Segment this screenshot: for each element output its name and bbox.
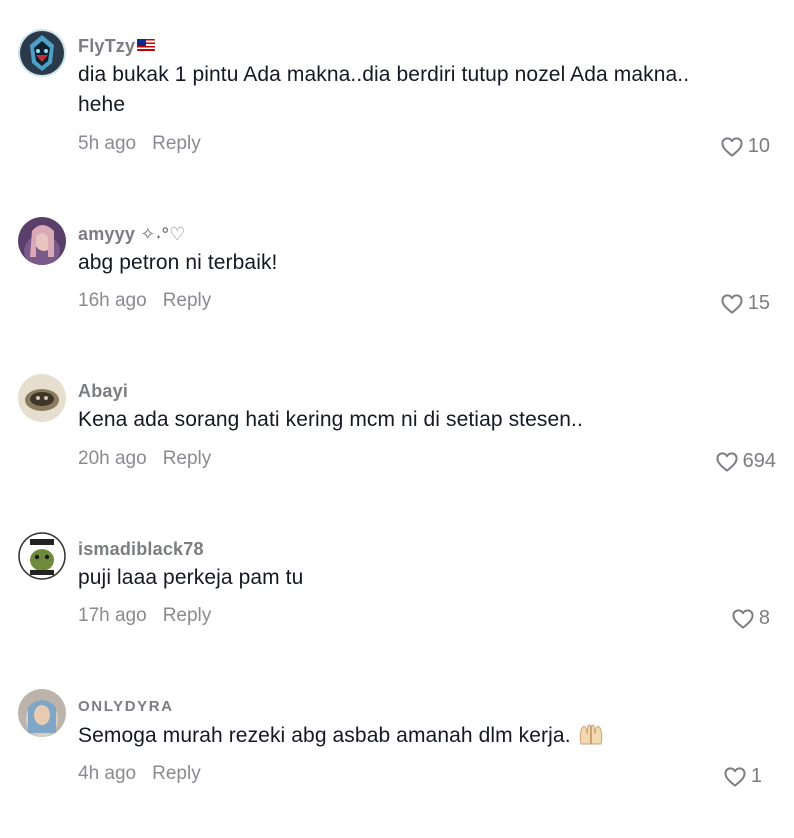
heart-outline-icon [716,452,738,472]
timestamp: 16h ago [78,290,147,311]
avatar[interactable] [18,29,66,77]
like-button[interactable]: 15 [721,292,770,315]
username[interactable]: amyyy ✧˖°♡ [78,224,185,245]
reply-button[interactable]: Reply [163,448,212,469]
reply-button[interactable]: Reply [163,290,212,311]
comment-text: dia bukak 1 pintu Ada makna..dia berdiri… [78,63,690,116]
reply-button[interactable]: Reply [152,763,201,784]
timestamp: 20h ago [78,448,147,469]
malaysia-flag-icon [137,39,156,51]
comment-meta: 16h ago Reply [78,290,211,312]
timestamp: 17h ago [78,605,147,626]
comment-text-content: Semoga murah rezeki abg asbab amanah dlm… [78,724,571,747]
username[interactable]: ismadiblack78 [78,539,204,560]
username[interactable]: Abayi [78,381,128,402]
comment-meta: 5h ago Reply [78,133,201,155]
like-button[interactable]: 10 [721,135,770,158]
like-count: 10 [747,135,770,157]
like-count: 8 [758,607,770,629]
heart-outline-icon [732,609,754,629]
comment-text: Kena ada sorang hati kering mcm ni di se… [78,408,583,431]
heart-outline-icon [724,767,746,787]
raised-hands-icon [577,722,605,755]
like-button[interactable]: 8 [732,607,770,630]
like-button[interactable]: 694 [716,450,776,473]
like-count: 1 [750,765,762,787]
avatar[interactable] [18,532,66,580]
username[interactable]: ONLYDYRA [78,698,174,715]
reply-button[interactable]: Reply [152,133,201,154]
comment-text: Semoga murah rezeki abg asbab amanah dlm… [78,721,698,755]
heart-outline-icon [721,294,743,314]
like-count: 694 [742,450,776,472]
like-button[interactable]: 1 [724,765,762,788]
comment-text: abg petron ni terbaik! [78,251,278,274]
reply-button[interactable]: Reply [163,605,212,626]
comment-meta: 17h ago Reply [78,605,211,627]
like-count: 15 [747,292,770,314]
comment-meta: 20h ago Reply [78,448,211,470]
heart-outline-icon [721,137,743,157]
avatar[interactable] [18,689,66,737]
username[interactable]: FlyTzy [78,36,156,57]
avatar[interactable] [18,217,66,265]
comment-text: puji laaa perkeja pam tu [78,566,304,589]
comment-meta: 4h ago Reply [78,763,201,785]
timestamp: 5h ago [78,133,137,154]
avatar[interactable] [18,374,66,422]
timestamp: 4h ago [78,763,137,784]
